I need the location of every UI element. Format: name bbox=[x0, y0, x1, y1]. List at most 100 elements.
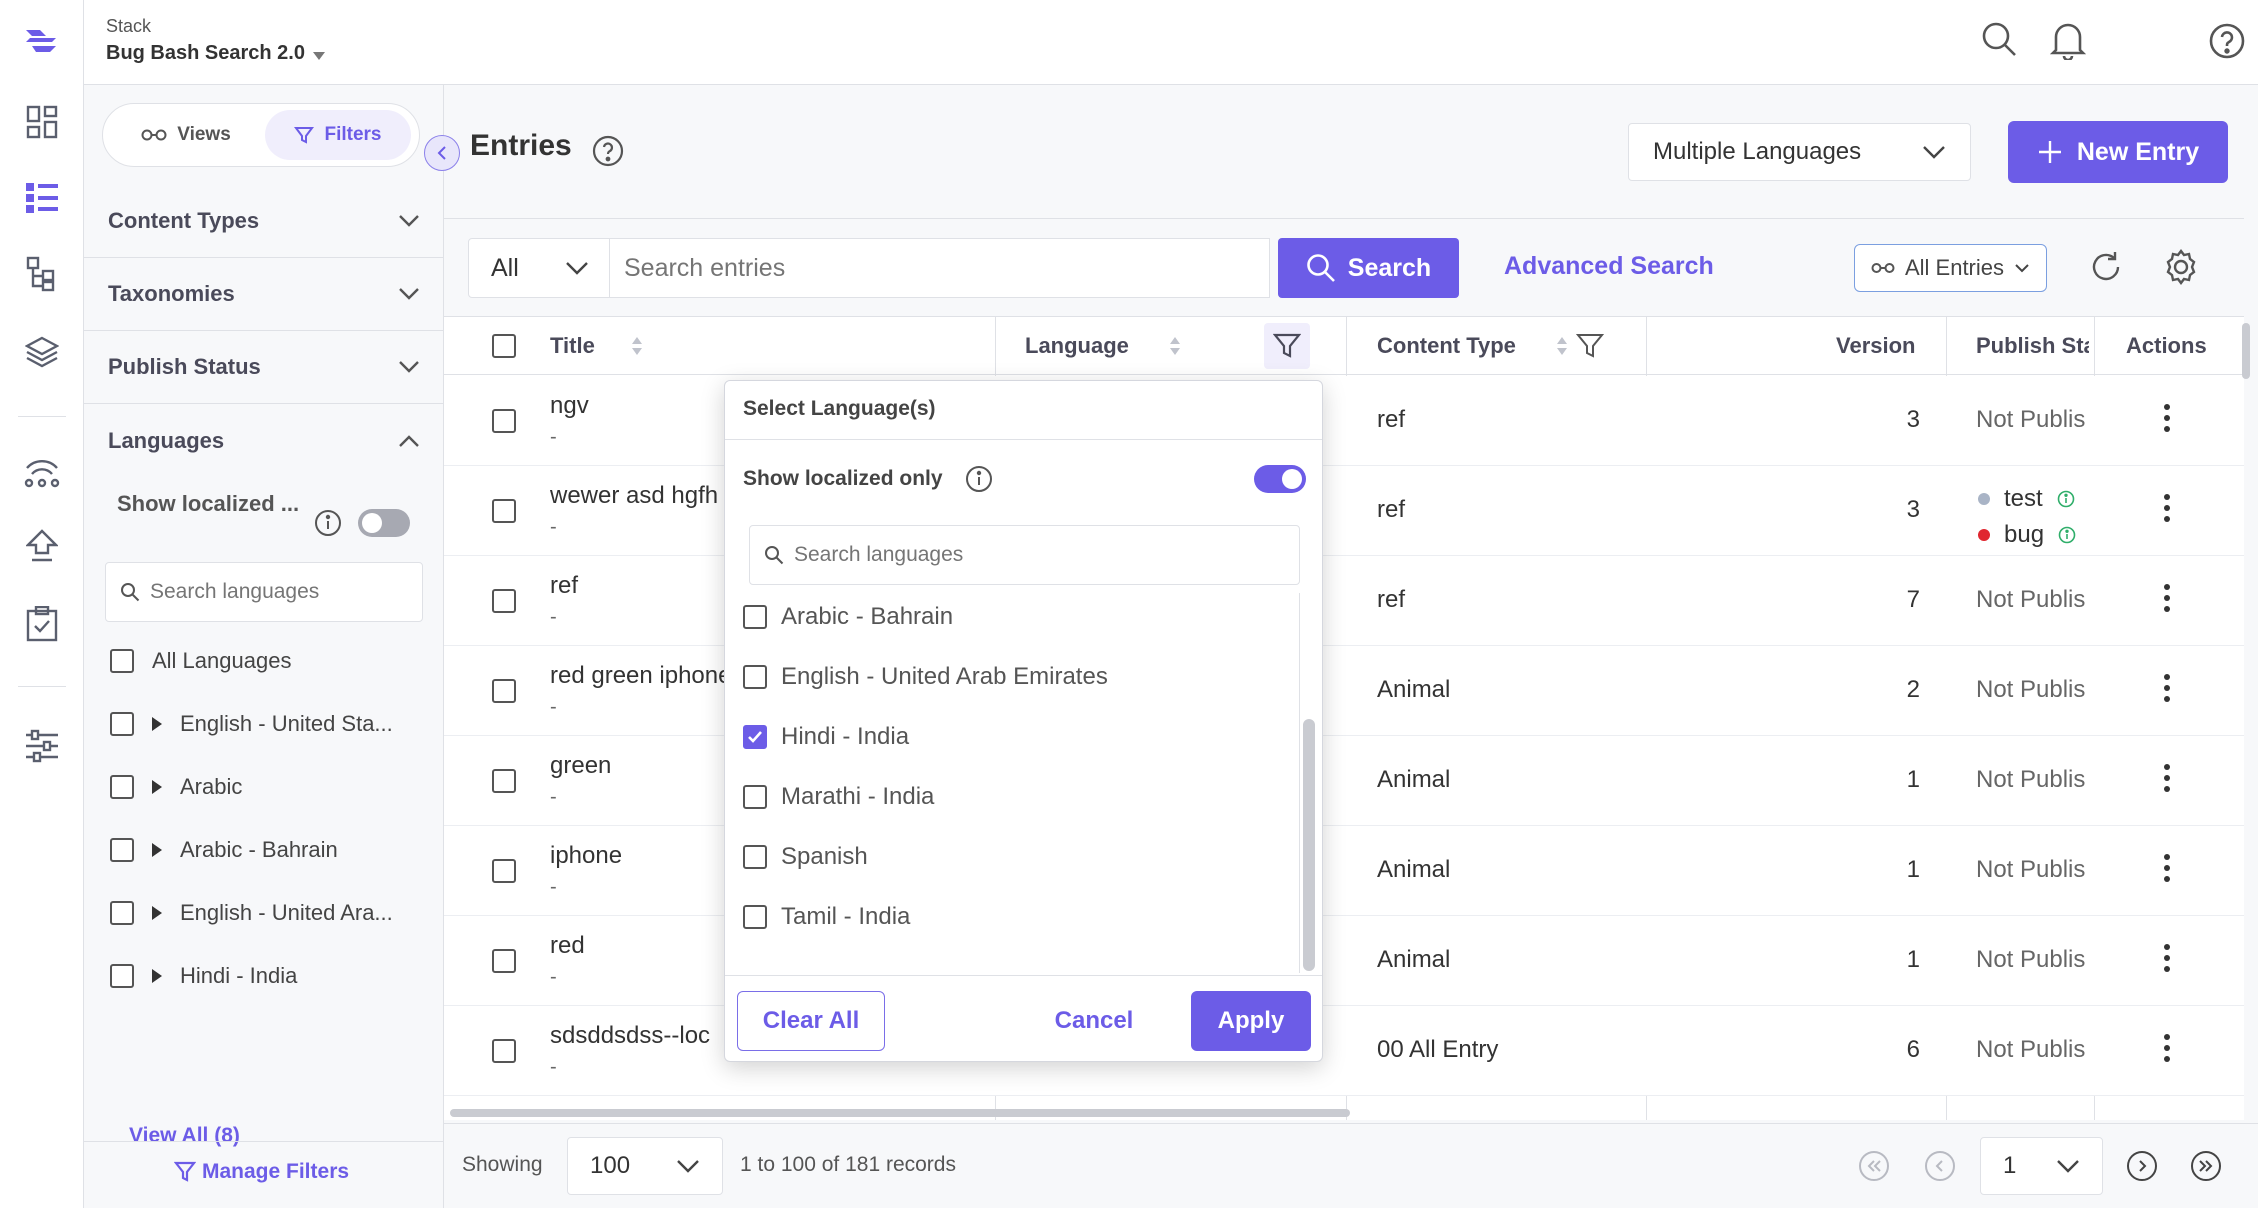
entries-icon[interactable] bbox=[20, 176, 64, 220]
checkbox[interactable] bbox=[110, 649, 134, 673]
content-model-icon[interactable] bbox=[20, 252, 64, 296]
column-title[interactable]: Title bbox=[550, 317, 643, 375]
row-actions-menu[interactable] bbox=[2164, 944, 2170, 977]
dashboard-icon[interactable] bbox=[20, 100, 64, 144]
row-checkbox[interactable] bbox=[492, 769, 516, 793]
sidebar-language-item[interactable]: English - United Sta... bbox=[110, 704, 393, 744]
language-option[interactable]: Tamil - India bbox=[743, 897, 910, 937]
row-actions-menu[interactable] bbox=[2164, 764, 2170, 797]
webhooks-icon[interactable] bbox=[20, 450, 64, 494]
show-localized-toggle[interactable] bbox=[358, 509, 410, 537]
advanced-search-link[interactable]: Advanced Search bbox=[1504, 252, 1714, 281]
entry-title[interactable]: green bbox=[550, 752, 611, 780]
sidebar-language-item[interactable]: Hindi - India bbox=[110, 956, 297, 996]
entry-title[interactable]: red green iphone bbox=[550, 662, 731, 690]
vertical-scrollbar[interactable] bbox=[2242, 323, 2250, 379]
language-filter-button[interactable] bbox=[1264, 323, 1310, 369]
row-actions-menu[interactable] bbox=[2164, 1034, 2170, 1067]
column-content-type[interactable]: Content Type bbox=[1377, 317, 1604, 375]
info-icon[interactable] bbox=[314, 509, 342, 537]
checkbox[interactable] bbox=[743, 665, 767, 689]
last-page-icon[interactable] bbox=[2190, 1150, 2222, 1182]
section-taxonomies[interactable]: Taxonomies bbox=[84, 258, 444, 331]
entry-title[interactable]: red bbox=[550, 932, 585, 960]
tasks-checklist-icon[interactable] bbox=[20, 602, 64, 646]
row-checkbox[interactable] bbox=[492, 409, 516, 433]
refresh-icon[interactable] bbox=[2088, 249, 2124, 285]
stack-switcher[interactable]: Bug Bash Search 2.0 bbox=[106, 42, 325, 65]
row-checkbox[interactable] bbox=[492, 859, 516, 883]
stack-logo-icon[interactable] bbox=[20, 20, 64, 64]
sidebar-language-search-input[interactable] bbox=[150, 580, 400, 604]
section-languages[interactable]: Languages bbox=[84, 404, 444, 477]
entry-title[interactable]: wewer asd hgfh bbox=[550, 482, 718, 510]
language-option[interactable]: English - United Arab Emirates bbox=[743, 657, 1108, 697]
prev-page-icon[interactable] bbox=[1924, 1150, 1956, 1182]
row-actions-menu[interactable] bbox=[2164, 494, 2170, 527]
checkbox[interactable] bbox=[110, 964, 134, 988]
language-selector[interactable]: Multiple Languages bbox=[1628, 123, 1971, 181]
all-entries-view-select[interactable]: All Entries bbox=[1854, 244, 2047, 292]
checkbox[interactable] bbox=[110, 901, 134, 925]
tab-filters[interactable]: Filters bbox=[265, 110, 411, 160]
checkbox[interactable] bbox=[110, 775, 134, 799]
show-localized-only-toggle[interactable] bbox=[1254, 465, 1306, 493]
collapse-sidebar-button[interactable] bbox=[424, 135, 460, 171]
language-option[interactable]: Arabic - Bahrain bbox=[743, 597, 953, 637]
page-select[interactable]: 1 bbox=[1980, 1137, 2103, 1195]
info-icon[interactable] bbox=[2058, 526, 2076, 544]
column-language[interactable]: Language bbox=[1025, 317, 1181, 375]
new-entry-button[interactable]: New Entry bbox=[2008, 121, 2228, 183]
expand-caret-icon[interactable] bbox=[152, 969, 162, 983]
row-actions-menu[interactable] bbox=[2164, 674, 2170, 707]
language-option[interactable]: Marathi - India bbox=[743, 777, 934, 817]
row-checkbox[interactable] bbox=[492, 1039, 516, 1063]
assets-layers-icon[interactable] bbox=[20, 330, 64, 374]
row-actions-menu[interactable] bbox=[2164, 404, 2170, 437]
settings-gear-icon[interactable] bbox=[2162, 248, 2200, 286]
language-option[interactable]: Spanish bbox=[743, 837, 868, 877]
entry-title[interactable]: sdsddsdss--loc bbox=[550, 1022, 710, 1050]
entry-title[interactable]: iphone bbox=[550, 842, 622, 870]
row-checkbox[interactable] bbox=[492, 679, 516, 703]
notification-bell-icon[interactable] bbox=[2049, 20, 2087, 60]
view-all-link[interactable]: View All (8) bbox=[129, 1124, 240, 1148]
row-checkbox[interactable] bbox=[492, 589, 516, 613]
checkbox[interactable] bbox=[110, 712, 134, 736]
expand-caret-icon[interactable] bbox=[152, 906, 162, 920]
table-row[interactable]: wewer asd hgfh - ref 3 test bug bbox=[444, 466, 2244, 556]
table-row[interactable]: ngv - ref 3 Not Publis bbox=[444, 376, 2244, 466]
checkbox[interactable] bbox=[743, 845, 767, 869]
table-row[interactable]: red - Animal 1 Not Publis bbox=[444, 916, 2244, 1006]
language-search-input[interactable] bbox=[794, 543, 1274, 567]
info-icon[interactable] bbox=[965, 465, 993, 493]
clear-all-button[interactable]: Clear All bbox=[737, 991, 885, 1051]
sidebar-language-item[interactable]: Arabic - Bahrain bbox=[110, 830, 338, 870]
help-icon[interactable] bbox=[2208, 22, 2246, 60]
sidebar-item-all-languages[interactable]: All Languages bbox=[110, 641, 291, 681]
scope-select[interactable]: All bbox=[468, 238, 610, 298]
table-row[interactable]: ref - ref 7 Not Publis bbox=[444, 556, 2244, 646]
entry-title[interactable]: ngv bbox=[550, 392, 589, 420]
first-page-icon[interactable] bbox=[1858, 1150, 1890, 1182]
horizontal-scrollbar[interactable] bbox=[450, 1109, 1350, 1117]
checkbox[interactable] bbox=[743, 785, 767, 809]
next-page-icon[interactable] bbox=[2126, 1150, 2158, 1182]
row-checkbox[interactable] bbox=[492, 949, 516, 973]
checkbox[interactable] bbox=[110, 838, 134, 862]
apply-button[interactable]: Apply bbox=[1191, 991, 1311, 1051]
row-actions-menu[interactable] bbox=[2164, 854, 2170, 887]
settings-sliders-icon[interactable] bbox=[20, 724, 64, 768]
section-publish-status[interactable]: Publish Status bbox=[84, 331, 444, 404]
help-icon[interactable] bbox=[592, 135, 624, 167]
row-checkbox[interactable] bbox=[492, 499, 516, 523]
cancel-button[interactable]: Cancel bbox=[1041, 991, 1147, 1051]
row-actions-menu[interactable] bbox=[2164, 584, 2170, 617]
checkbox[interactable] bbox=[743, 905, 767, 929]
select-all-checkbox[interactable] bbox=[492, 334, 516, 358]
expand-caret-icon[interactable] bbox=[152, 843, 162, 857]
per-page-select[interactable]: 100 bbox=[567, 1137, 723, 1195]
checkbox[interactable] bbox=[743, 605, 767, 629]
search-button[interactable]: Search bbox=[1278, 238, 1459, 298]
checkbox-checked[interactable] bbox=[743, 725, 767, 749]
